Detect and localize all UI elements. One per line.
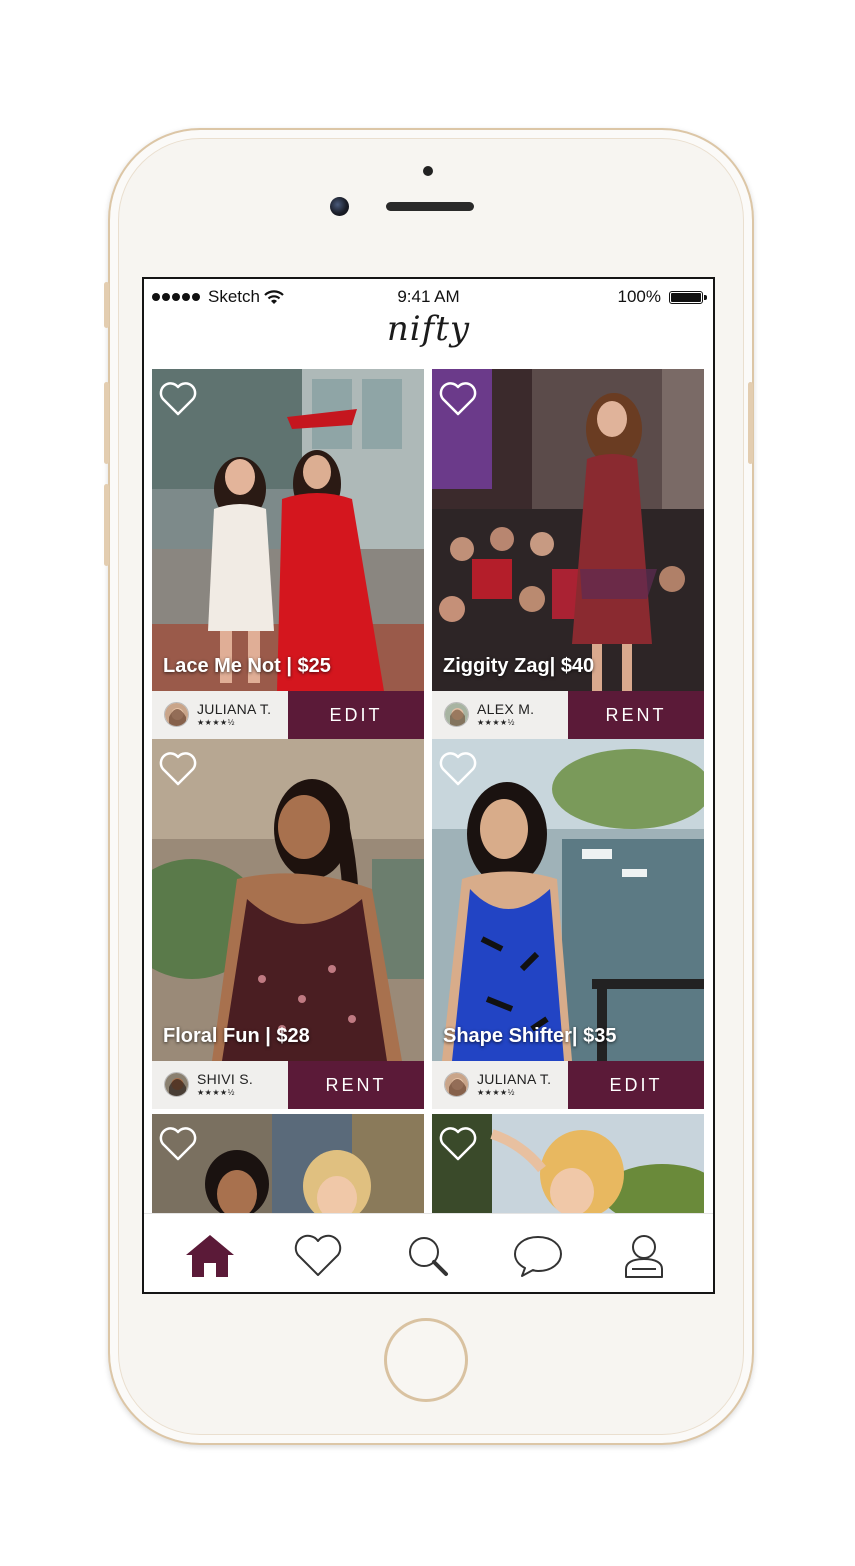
- owner-rating: ★★★★½: [477, 718, 515, 727]
- owner-name: ALEX M.: [477, 701, 535, 717]
- listing-image: [432, 369, 704, 691]
- listing-title: Floral Fun | $28: [163, 1025, 310, 1047]
- rent-button[interactable]: RENT: [568, 691, 704, 739]
- listing-photo[interactable]: [432, 369, 704, 691]
- tab-search[interactable]: [400, 1232, 456, 1280]
- edit-button[interactable]: EDIT: [288, 691, 424, 739]
- heart-icon[interactable]: [438, 1126, 478, 1162]
- heart-icon[interactable]: [158, 751, 198, 787]
- heart-icon: [294, 1234, 342, 1276]
- tab-bar: [144, 1213, 713, 1292]
- owner-rating: ★★★★½: [197, 1088, 235, 1097]
- owner-name: JULIANA T.: [477, 1071, 552, 1087]
- listing-title: Lace Me Not | $25: [163, 655, 331, 677]
- listing-photo[interactable]: [432, 739, 704, 1061]
- listing-image: [432, 739, 704, 1061]
- listing-footer: ALEX M. ★★★★½ RENT: [432, 691, 704, 739]
- profile-icon: [625, 1235, 663, 1278]
- owner-name: SHIVI S.: [197, 1071, 254, 1087]
- chat-icon: [514, 1236, 562, 1277]
- proximity-sensor: [423, 166, 433, 176]
- tab-favorites[interactable]: [290, 1232, 346, 1280]
- battery-icon: [669, 290, 707, 304]
- screen: Sketch 9:41 AM 100% nifty Lace Me Not | …: [142, 277, 715, 1294]
- heart-icon[interactable]: [438, 751, 478, 787]
- listing-footer: SHIVI S. ★★★★½ RENT: [152, 1061, 424, 1109]
- home-button[interactable]: [384, 1318, 468, 1402]
- owner-rating: ★★★★½: [477, 1088, 515, 1097]
- tab-profile[interactable]: [616, 1232, 672, 1280]
- front-camera: [330, 197, 349, 216]
- search-icon: [409, 1237, 448, 1276]
- owner-rating: ★★★★½: [197, 718, 235, 727]
- edit-button[interactable]: EDIT: [568, 1061, 704, 1109]
- listing-feed[interactable]: Lace Me Not | $25 JULIANA T. ★★★★½ EDIT: [144, 365, 713, 1213]
- listing-footer: JULIANA T. ★★★★½ EDIT: [152, 691, 424, 739]
- volume-up-button: [104, 382, 109, 464]
- listing-title: Ziggity Zag| $40: [443, 655, 595, 677]
- volume-down-button: [104, 484, 109, 566]
- avatar[interactable]: [444, 702, 469, 727]
- heart-icon[interactable]: [158, 381, 198, 417]
- tab-home[interactable]: [182, 1232, 238, 1280]
- tab-messages[interactable]: [510, 1232, 566, 1280]
- listing-title: Shape Shifter| $35: [443, 1025, 617, 1047]
- heart-icon[interactable]: [158, 1126, 198, 1162]
- listing-footer: JULIANA T. ★★★★½ EDIT: [432, 1061, 704, 1109]
- power-button: [748, 382, 753, 464]
- heart-icon[interactable]: [438, 381, 478, 417]
- listing-photo[interactable]: [152, 739, 424, 1061]
- listing-photo[interactable]: [152, 369, 424, 691]
- app-logo: nifty: [386, 309, 471, 349]
- listing-image: [152, 369, 424, 691]
- avatar[interactable]: [444, 1072, 469, 1097]
- avatar[interactable]: [164, 702, 189, 727]
- battery-percent: 100%: [617, 287, 661, 306]
- listing-image: [152, 739, 424, 1061]
- owner-name: JULIANA T.: [197, 701, 272, 717]
- home-icon: [186, 1235, 234, 1277]
- rent-button[interactable]: RENT: [288, 1061, 424, 1109]
- avatar[interactable]: [164, 1072, 189, 1097]
- earpiece-speaker: [386, 202, 474, 211]
- mute-switch: [104, 282, 109, 328]
- status-bar: Sketch 9:41 AM 100%: [144, 279, 713, 313]
